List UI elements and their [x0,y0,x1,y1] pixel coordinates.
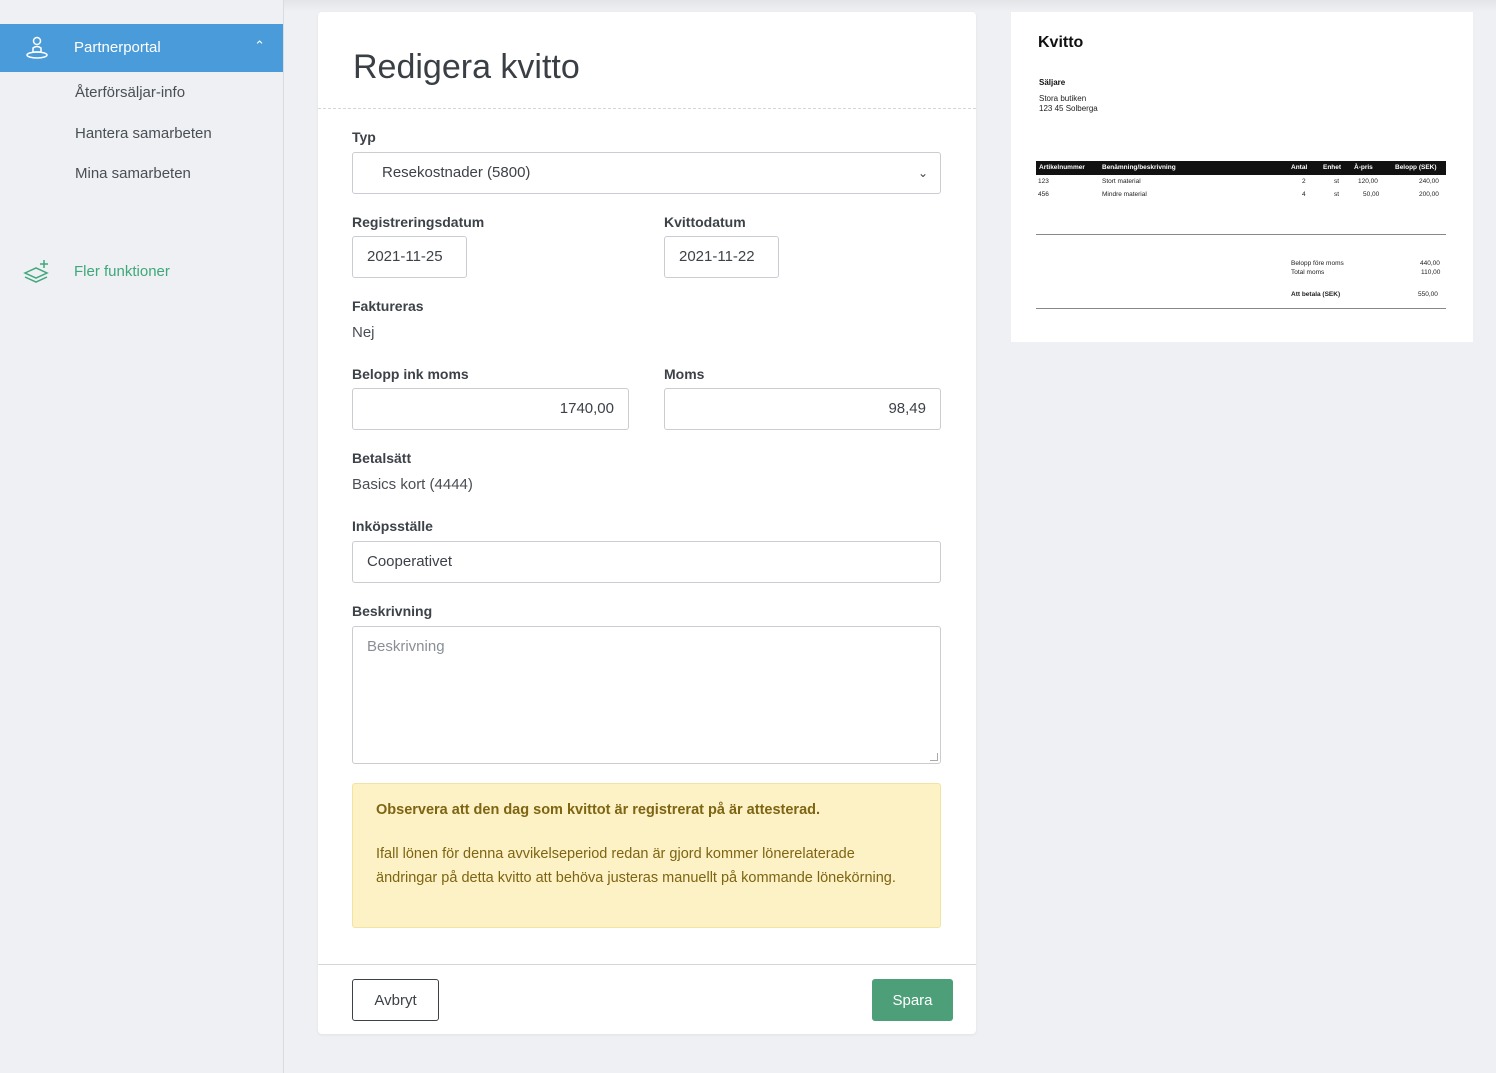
cell: 123 [1038,178,1049,185]
layers-plus-icon [23,260,49,283]
cell: 50,00 [1363,191,1380,198]
description-placeholder: Beskrivning [367,638,445,655]
type-label: Typ [352,129,376,145]
sidebar-item-partnerportal[interactable]: Partnerportal ⌃ [0,24,283,72]
seller-address: 123 45 Solberga [1039,104,1098,113]
receipt-title: Kvitto [1038,34,1084,51]
sidebar-subitem-my-collaborations[interactable]: Mina samarbeten [75,165,191,182]
amount-field[interactable]: 1740,00 [352,388,629,430]
footer-divider [318,964,976,965]
type-select-value: Resekostnader (5800) [382,164,531,181]
cell: 4 [1302,191,1306,198]
description-label: Beskrivning [352,603,433,619]
partner-icon [26,36,48,59]
invoiced-label: Faktureras [352,298,424,314]
sidebar-item-label: Partnerportal [74,39,161,56]
cell: st [1334,178,1340,185]
receipt-date-label: Kvittodatum [664,214,746,230]
seller-name: Stora butiken [1039,94,1087,103]
header-divider [318,108,976,109]
vat-field[interactable]: 98,49 [664,388,941,430]
cell: 456 [1038,191,1049,198]
cell: 2 [1302,178,1306,185]
receipt-date-field[interactable]: 2021-11-22 [664,236,779,278]
cell: 200,00 [1419,191,1439,198]
receipt-bottom-divider [1036,308,1446,309]
total-vat-value: 110,00 [1421,269,1441,276]
registration-date-label: Registreringsdatum [352,214,485,230]
sidebar-subitem-reseller-info[interactable]: Återförsäljar-info [75,84,185,101]
store-field[interactable]: Cooperativet [352,541,941,583]
type-select[interactable]: Resekostnader (5800) ⌄ [352,152,941,194]
cancel-button[interactable]: Avbryt [352,979,439,1021]
to-pay-label: Att betala (SEK) [1291,291,1341,298]
chevron-down-icon: ⌄ [917,166,928,180]
before-vat-value: 440,00 [1420,260,1440,267]
warning-title: Observera att den dag som kvittot är reg… [376,802,821,818]
invoiced-value: Nej [352,324,375,341]
attested-warning: Observera att den dag som kvittot är reg… [352,783,941,928]
col-amount: Belopp (SEK) [1395,164,1437,171]
receipt-table-header: Artikelnummer Benämning/beskrivning Anta… [1036,161,1446,175]
col-description: Benämning/beskrivning [1102,164,1176,171]
cell: 240,00 [1419,178,1439,185]
col-quantity: Antal [1291,164,1308,171]
payment-value: Basics kort (4444) [352,476,473,493]
col-unit-price: À-pris [1354,164,1373,171]
total-vat-label: Total moms [1291,269,1325,276]
receipt-preview: Kvitto Säljare Stora butiken 123 45 Solb… [1011,12,1473,342]
store-label: Inköpsställe [352,518,433,534]
sidebar-item-more-functions[interactable]: Fler funktioner [0,252,283,292]
amount-label: Belopp ink moms [352,366,469,382]
sidebar: Partnerportal ⌃ Återförsäljar-info Hante… [0,0,284,1073]
sidebar-subitem-manage-collaborations[interactable]: Hantera samarbeten [75,125,212,142]
col-article-number: Artikelnummer [1039,164,1085,171]
registration-date-field[interactable]: 2021-11-25 [352,236,467,278]
warning-body: Ifall lönen för denna avvikelseperiod re… [376,846,896,886]
save-button[interactable]: Spara [872,979,953,1021]
resize-handle[interactable] [930,753,938,761]
chevron-up-icon[interactable]: ⌃ [254,38,265,54]
edit-receipt-form: Redigera kvitto Typ Resekostnader (5800)… [318,12,976,1034]
page-title: Redigera kvitto [353,48,580,86]
before-vat-label: Belopp före moms [1291,260,1344,267]
col-unit: Enhet [1323,164,1342,171]
cell: Stort material [1102,178,1141,185]
description-textarea[interactable]: Beskrivning [352,626,941,764]
cell: Mindre material [1102,191,1147,198]
receipt-divider [1036,234,1446,235]
cell: st [1334,191,1340,198]
to-pay-value: 550,00 [1418,291,1438,298]
payment-label: Betalsätt [352,450,412,466]
seller-label: Säljare [1039,78,1066,87]
vat-label: Moms [664,366,705,382]
cell: 120,00 [1358,178,1378,185]
more-functions-label: Fler funktioner [74,263,170,280]
